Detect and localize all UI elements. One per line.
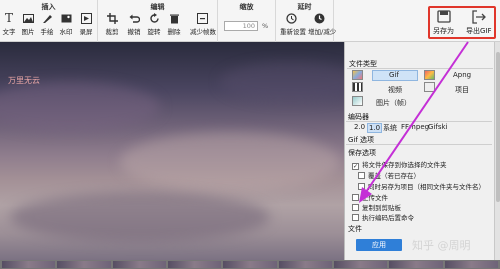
post-encode-command-checkbox[interactable]: 执行编码后置命令 <box>352 212 414 222</box>
image-tool-button[interactable]: 图片 <box>20 13 36 36</box>
cloud-shape <box>10 192 270 242</box>
watermark-icon <box>61 14 71 23</box>
gif-icon <box>352 70 363 80</box>
checkbox-icon <box>352 214 359 221</box>
scrollbar-thumb[interactable] <box>496 52 500 202</box>
zoom-input[interactable]: 100 <box>224 21 258 31</box>
watermark-text: 知乎 @周明 <box>412 239 471 252</box>
insert-group-title: 插入 <box>41 3 56 11</box>
reduce-frames-icon <box>196 13 208 24</box>
video-type-label[interactable]: 视频 <box>388 85 402 95</box>
file-label: 文件 <box>348 225 362 233</box>
copy-to-clipboard-checkbox[interactable]: 复制到剪贴板 <box>352 202 401 212</box>
watermark-tool-button[interactable]: 水印 <box>58 13 74 36</box>
apng-type-label[interactable]: Apng <box>453 71 471 79</box>
frame-canvas[interactable]: 万里无云 <box>0 42 344 260</box>
edit-group: 编辑 裁剪 撤销 旋转 删除 减少帧数 <box>98 0 218 42</box>
checkbox-icon <box>352 194 359 201</box>
apply-button[interactable]: 应用 <box>356 239 402 251</box>
frame-thumbnail[interactable] <box>57 261 111 268</box>
encoder-option-selected[interactable]: 1.0 <box>367 123 383 133</box>
delete-tool-button[interactable]: 删除 <box>166 13 182 36</box>
rotate-icon <box>149 13 159 23</box>
checkbox-icon <box>358 172 365 179</box>
checkbox-icon <box>358 183 365 190</box>
rotate-tool-button[interactable]: 旋转 <box>146 13 162 36</box>
encoder-option[interactable]: 系统 <box>383 123 397 133</box>
frame-thumbnail[interactable] <box>223 261 277 268</box>
frame-thumbnail[interactable] <box>167 261 222 268</box>
frame-thumbnail[interactable] <box>2 261 56 268</box>
reset-icon <box>285 13 297 24</box>
divider <box>346 121 492 122</box>
reduce-frames-button[interactable]: 减少帧数 <box>190 13 216 36</box>
apng-icon[interactable] <box>424 70 435 80</box>
checkbox-checked-icon: ✓ <box>352 163 359 170</box>
upload-file-checkbox[interactable]: 上传文件 <box>352 192 388 202</box>
record-tool-button[interactable]: 录屏 <box>78 13 94 36</box>
zoom-group: 缩放 100 % <box>218 0 276 42</box>
panel-scrollbar[interactable] <box>494 42 500 260</box>
text-tool-button[interactable]: T 文字 <box>1 11 17 36</box>
ribbon: 插入 T 文字 图片 手绘 水印 录屏 编辑 裁剪 撤销 旋转 删除 减少帧数 … <box>0 0 500 42</box>
frame-thumbnail[interactable] <box>112 261 166 268</box>
image-type-label[interactable]: 图片（帧） <box>376 98 411 108</box>
clock-icon <box>314 13 324 24</box>
cloud-shape <box>0 82 160 132</box>
gif-type-label: Gif <box>389 71 399 79</box>
overwrite-checkbox[interactable]: 覆盖（若已存在） <box>358 170 420 180</box>
video-icon[interactable] <box>352 82 363 92</box>
checkbox-icon <box>352 204 359 211</box>
frame-thumbnail[interactable] <box>333 261 388 268</box>
encoder-option[interactable]: Gifski <box>428 123 447 131</box>
divider <box>346 144 492 145</box>
save-as-project-checkbox[interactable]: 同时另存为项目（相同文件夹与文件名） <box>358 181 485 191</box>
undo-tool-button[interactable]: 撤销 <box>126 13 142 36</box>
project-type-label[interactable]: 项目 <box>455 85 469 95</box>
edit-group-title: 编辑 <box>150 3 165 11</box>
reset-delay-button[interactable]: 重新设置 <box>280 13 306 36</box>
cloud-shape <box>120 132 340 192</box>
frame-thumbnail[interactable] <box>278 261 332 268</box>
draw-tool-button[interactable]: 手绘 <box>39 13 55 36</box>
frame-strip[interactable] <box>0 260 500 269</box>
frame-thumbnail[interactable] <box>389 261 443 268</box>
zoom-group-title: 缩放 <box>239 3 254 11</box>
project-icon[interactable] <box>424 82 435 92</box>
pen-icon <box>42 15 52 23</box>
adjust-delay-button[interactable]: 增加/减少 <box>308 13 336 36</box>
text-icon: T <box>4 11 13 25</box>
image-frames-icon[interactable] <box>352 96 363 106</box>
picture-icon <box>22 14 34 23</box>
save-options-label: 保存选项 <box>348 149 376 157</box>
screen-record-icon <box>80 13 92 24</box>
insert-group: 插入 T 文字 图片 手绘 水印 录屏 <box>0 0 98 42</box>
encoder-option[interactable]: FFmpeg <box>401 123 429 131</box>
frame-thumbnail[interactable] <box>444 261 498 268</box>
crop-tool-button[interactable]: 裁剪 <box>104 13 120 36</box>
highlight-box <box>428 6 496 39</box>
divider <box>347 68 493 69</box>
undo-icon <box>129 14 140 23</box>
trash-icon <box>169 14 179 24</box>
encoder-option[interactable]: 2.0 <box>354 123 365 131</box>
canvas-overlay-text: 万里无云 <box>8 76 40 85</box>
delay-group: 延时 重新设置 增加/减少 <box>276 0 336 42</box>
zoom-unit: % <box>262 22 269 30</box>
delay-group-title: 延时 <box>297 3 312 11</box>
crop-icon <box>106 13 118 24</box>
cloud-shape <box>220 62 344 102</box>
save-to-folder-checkbox[interactable]: ✓ 将文件保存到你选择的文件夹 <box>352 159 447 170</box>
